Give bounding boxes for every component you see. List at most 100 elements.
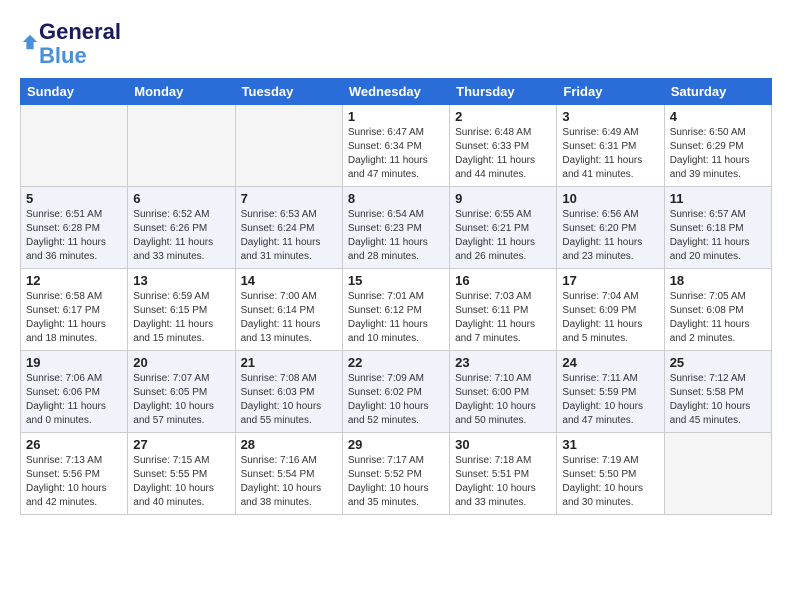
day-info: Sunrise: 6:49 AMSunset: 6:31 PMDaylight:… xyxy=(562,126,658,182)
day-info: Sunrise: 7:04 AMSunset: 6:09 PMDaylight:… xyxy=(562,290,658,346)
cell-week2-day1: 13 Sunrise: 6:59 AMSunset: 6:15 PMDayligh… xyxy=(128,269,235,351)
day-number: 30 xyxy=(455,437,551,452)
day-number: 8 xyxy=(348,191,444,206)
header: General Blue xyxy=(20,20,772,68)
cell-week0-day5: 3 Sunrise: 6:49 AMSunset: 6:31 PMDaylight… xyxy=(557,105,664,187)
day-info: Sunrise: 7:05 AMSunset: 6:08 PMDaylight:… xyxy=(670,290,766,346)
day-number: 19 xyxy=(26,355,122,370)
calendar-table: SundayMondayTuesdayWednesdayThursdayFrid… xyxy=(20,78,772,515)
day-number: 11 xyxy=(670,191,766,206)
day-number: 22 xyxy=(348,355,444,370)
day-number: 27 xyxy=(133,437,229,452)
day-number: 7 xyxy=(241,191,337,206)
day-info: Sunrise: 6:53 AMSunset: 6:24 PMDaylight:… xyxy=(241,208,337,264)
day-number: 13 xyxy=(133,273,229,288)
cell-week4-day1: 27 Sunrise: 7:15 AMSunset: 5:55 PMDayligh… xyxy=(128,433,235,515)
cell-week3-day5: 24 Sunrise: 7:11 AMSunset: 5:59 PMDayligh… xyxy=(557,351,664,433)
cell-week0-day3: 1 Sunrise: 6:47 AMSunset: 6:34 PMDaylight… xyxy=(342,105,449,187)
day-info: Sunrise: 6:55 AMSunset: 6:21 PMDaylight:… xyxy=(455,208,551,264)
cell-week4-day5: 31 Sunrise: 7:19 AMSunset: 5:50 PMDayligh… xyxy=(557,433,664,515)
day-number: 4 xyxy=(670,109,766,124)
day-number: 25 xyxy=(670,355,766,370)
cell-week2-day2: 14 Sunrise: 7:00 AMSunset: 6:14 PMDayligh… xyxy=(235,269,342,351)
cell-week3-day4: 23 Sunrise: 7:10 AMSunset: 6:00 PMDayligh… xyxy=(450,351,557,433)
day-info: Sunrise: 7:16 AMSunset: 5:54 PMDaylight:… xyxy=(241,454,337,510)
col-header-thursday: Thursday xyxy=(450,79,557,105)
day-info: Sunrise: 7:07 AMSunset: 6:05 PMDaylight:… xyxy=(133,372,229,428)
day-number: 6 xyxy=(133,191,229,206)
page: General Blue SundayMondayTuesdayWednesda… xyxy=(0,0,792,525)
day-info: Sunrise: 7:12 AMSunset: 5:58 PMDaylight:… xyxy=(670,372,766,428)
day-number: 12 xyxy=(26,273,122,288)
day-number: 14 xyxy=(241,273,337,288)
day-info: Sunrise: 6:57 AMSunset: 6:18 PMDaylight:… xyxy=(670,208,766,264)
cell-week2-day4: 16 Sunrise: 7:03 AMSunset: 6:11 PMDayligh… xyxy=(450,269,557,351)
cell-week1-day0: 5 Sunrise: 6:51 AMSunset: 6:28 PMDaylight… xyxy=(21,187,128,269)
day-info: Sunrise: 7:03 AMSunset: 6:11 PMDaylight:… xyxy=(455,290,551,346)
day-info: Sunrise: 7:08 AMSunset: 6:03 PMDaylight:… xyxy=(241,372,337,428)
cell-week4-day3: 29 Sunrise: 7:17 AMSunset: 5:52 PMDayligh… xyxy=(342,433,449,515)
day-number: 20 xyxy=(133,355,229,370)
day-info: Sunrise: 7:00 AMSunset: 6:14 PMDaylight:… xyxy=(241,290,337,346)
day-info: Sunrise: 6:51 AMSunset: 6:28 PMDaylight:… xyxy=(26,208,122,264)
day-info: Sunrise: 7:15 AMSunset: 5:55 PMDaylight:… xyxy=(133,454,229,510)
cell-week1-day1: 6 Sunrise: 6:52 AMSunset: 6:26 PMDaylight… xyxy=(128,187,235,269)
cell-week3-day3: 22 Sunrise: 7:09 AMSunset: 6:02 PMDayligh… xyxy=(342,351,449,433)
day-number: 21 xyxy=(241,355,337,370)
day-number: 24 xyxy=(562,355,658,370)
logo-icon xyxy=(21,33,39,51)
cell-week3-day6: 25 Sunrise: 7:12 AMSunset: 5:58 PMDayligh… xyxy=(664,351,771,433)
day-number: 2 xyxy=(455,109,551,124)
col-header-wednesday: Wednesday xyxy=(342,79,449,105)
day-number: 26 xyxy=(26,437,122,452)
day-number: 29 xyxy=(348,437,444,452)
day-info: Sunrise: 6:59 AMSunset: 6:15 PMDaylight:… xyxy=(133,290,229,346)
day-number: 5 xyxy=(26,191,122,206)
day-number: 17 xyxy=(562,273,658,288)
cell-week3-day1: 20 Sunrise: 7:07 AMSunset: 6:05 PMDayligh… xyxy=(128,351,235,433)
day-info: Sunrise: 7:11 AMSunset: 5:59 PMDaylight:… xyxy=(562,372,658,428)
cell-week2-day3: 15 Sunrise: 7:01 AMSunset: 6:12 PMDayligh… xyxy=(342,269,449,351)
day-info: Sunrise: 7:18 AMSunset: 5:51 PMDaylight:… xyxy=(455,454,551,510)
day-info: Sunrise: 6:54 AMSunset: 6:23 PMDaylight:… xyxy=(348,208,444,264)
day-info: Sunrise: 7:01 AMSunset: 6:12 PMDaylight:… xyxy=(348,290,444,346)
cell-week4-day2: 28 Sunrise: 7:16 AMSunset: 5:54 PMDayligh… xyxy=(235,433,342,515)
cell-week1-day3: 8 Sunrise: 6:54 AMSunset: 6:23 PMDaylight… xyxy=(342,187,449,269)
cell-week0-day2 xyxy=(235,105,342,187)
col-header-tuesday: Tuesday xyxy=(235,79,342,105)
day-info: Sunrise: 7:19 AMSunset: 5:50 PMDaylight:… xyxy=(562,454,658,510)
day-info: Sunrise: 6:52 AMSunset: 6:26 PMDaylight:… xyxy=(133,208,229,264)
day-info: Sunrise: 6:48 AMSunset: 6:33 PMDaylight:… xyxy=(455,126,551,182)
day-info: Sunrise: 6:58 AMSunset: 6:17 PMDaylight:… xyxy=(26,290,122,346)
cell-week2-day5: 17 Sunrise: 7:04 AMSunset: 6:09 PMDayligh… xyxy=(557,269,664,351)
day-number: 28 xyxy=(241,437,337,452)
day-number: 23 xyxy=(455,355,551,370)
day-number: 9 xyxy=(455,191,551,206)
logo-text: General Blue xyxy=(39,20,121,68)
day-number: 15 xyxy=(348,273,444,288)
cell-week4-day4: 30 Sunrise: 7:18 AMSunset: 5:51 PMDayligh… xyxy=(450,433,557,515)
cell-week2-day6: 18Sunrise: 7:05 AMSunset: 6:08 PMDayligh… xyxy=(664,269,771,351)
day-number: 16 xyxy=(455,273,551,288)
cell-week2-day0: 12 Sunrise: 6:58 AMSunset: 6:17 PMDayligh… xyxy=(21,269,128,351)
cell-week1-day5: 10 Sunrise: 6:56 AMSunset: 6:20 PMDayligh… xyxy=(557,187,664,269)
cell-week1-day2: 7 Sunrise: 6:53 AMSunset: 6:24 PMDaylight… xyxy=(235,187,342,269)
day-info: Sunrise: 6:47 AMSunset: 6:34 PMDaylight:… xyxy=(348,126,444,182)
cell-week0-day4: 2 Sunrise: 6:48 AMSunset: 6:33 PMDaylight… xyxy=(450,105,557,187)
cell-week0-day0 xyxy=(21,105,128,187)
day-info: Sunrise: 7:10 AMSunset: 6:00 PMDaylight:… xyxy=(455,372,551,428)
day-number: 31 xyxy=(562,437,658,452)
day-info: Sunrise: 7:09 AMSunset: 6:02 PMDaylight:… xyxy=(348,372,444,428)
col-header-sunday: Sunday xyxy=(21,79,128,105)
col-header-monday: Monday xyxy=(128,79,235,105)
day-info: Sunrise: 7:17 AMSunset: 5:52 PMDaylight:… xyxy=(348,454,444,510)
cell-week4-day0: 26Sunrise: 7:13 AMSunset: 5:56 PMDayligh… xyxy=(21,433,128,515)
col-header-saturday: Saturday xyxy=(664,79,771,105)
cell-week1-day4: 9 Sunrise: 6:55 AMSunset: 6:21 PMDaylight… xyxy=(450,187,557,269)
day-info: Sunrise: 6:56 AMSunset: 6:20 PMDaylight:… xyxy=(562,208,658,264)
day-number: 1 xyxy=(348,109,444,124)
cell-week0-day6: 4Sunrise: 6:50 AMSunset: 6:29 PMDaylight… xyxy=(664,105,771,187)
col-header-friday: Friday xyxy=(557,79,664,105)
day-number: 10 xyxy=(562,191,658,206)
day-number: 3 xyxy=(562,109,658,124)
